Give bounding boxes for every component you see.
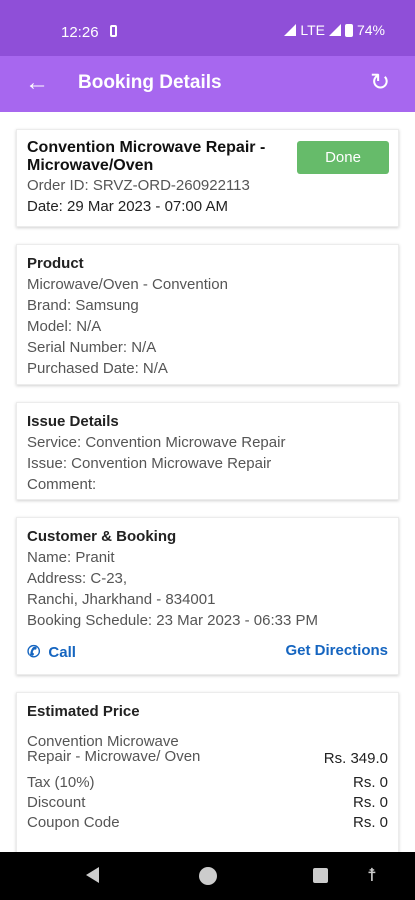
booking-schedule: Booking Schedule: 23 Mar 2023 - 06:33 PM bbox=[27, 612, 319, 629]
price-heading: Estimated Price bbox=[27, 703, 140, 720]
customer-address-line2: Ranchi, Jharkhand - 834001 bbox=[27, 591, 216, 608]
status-bar: 12:26 LTE 74% bbox=[0, 0, 415, 56]
cell-signal-icon bbox=[328, 24, 341, 36]
price-item-label: Discount bbox=[27, 794, 86, 811]
price-row: Tax (10%) Rs. 0 bbox=[27, 773, 388, 793]
battery-saver-icon bbox=[110, 25, 117, 37]
price-item-amount: Rs. 349.0 bbox=[323, 750, 388, 767]
phone-icon: ✆ bbox=[27, 644, 41, 661]
order-id: Order ID: SRVZ-ORD-260922113 bbox=[27, 177, 250, 194]
price-item-label: Coupon Code bbox=[27, 814, 120, 831]
status-time: 12:26 bbox=[61, 24, 99, 41]
product-heading: Product bbox=[27, 255, 84, 272]
get-directions-button[interactable]: Get Directions bbox=[285, 642, 388, 662]
product-model: Model: N/A bbox=[27, 318, 102, 335]
price-row: Convention Microwave Repair - Microwave/… bbox=[27, 734, 388, 769]
refresh-icon[interactable]: ↻ bbox=[365, 68, 395, 98]
customer-address-line1: Address: C-23, bbox=[27, 570, 128, 587]
customer-name: Name: Pranit bbox=[27, 549, 115, 566]
price-item-amount: Rs. 0 bbox=[352, 794, 388, 811]
nav-back-icon[interactable] bbox=[86, 867, 99, 883]
issue-heading: Issue Details bbox=[27, 413, 119, 430]
price-item-label: Convention Microwave Repair - Microwave/… bbox=[27, 733, 201, 765]
app-bar: ← Booking Details ↻ bbox=[0, 56, 415, 112]
customer-booking-card: Customer & Booking Name: Pranit Address:… bbox=[16, 517, 399, 675]
wifi-signal-icon bbox=[284, 24, 297, 36]
issue-details-card: Issue Details Service: Convention Microw… bbox=[16, 402, 399, 500]
customer-heading: Customer & Booking bbox=[27, 528, 177, 545]
booking-title: Convention Microwave Repair - Microwave/… bbox=[27, 139, 266, 174]
nav-recents-icon[interactable] bbox=[313, 868, 328, 883]
arrow-left-icon[interactable]: ← bbox=[22, 68, 52, 98]
nav-home-icon[interactable] bbox=[199, 867, 217, 885]
booking-summary-card: Convention Microwave Repair - Microwave/… bbox=[16, 129, 399, 227]
product-card: Product Microwave/Oven - Convention Bran… bbox=[16, 244, 399, 385]
call-label: Call bbox=[48, 643, 76, 661]
estimated-price-card: Estimated Price Convention Microwave Rep… bbox=[16, 692, 399, 862]
price-row: Discount Rs. 0 bbox=[27, 793, 388, 813]
issue-service: Service: Convention Microwave Repair bbox=[27, 434, 286, 451]
price-row: Coupon Code Rs. 0 bbox=[27, 813, 388, 833]
price-item-amount: Rs. 0 bbox=[352, 774, 388, 791]
product-serial: Serial Number: N/A bbox=[27, 339, 157, 356]
system-nav-bar: ☨ bbox=[0, 852, 415, 900]
price-item-label: Tax (10%) bbox=[27, 774, 95, 791]
accessibility-icon[interactable]: ☨ bbox=[367, 865, 377, 886]
battery-icon bbox=[344, 23, 353, 37]
product-name: Microwave/Oven - Convention bbox=[27, 276, 228, 293]
status-done-button[interactable]: Done bbox=[297, 141, 389, 174]
call-button[interactable]: ✆ Call bbox=[27, 642, 76, 662]
booking-date: Date: 29 Mar 2023 - 07:00 AM bbox=[27, 198, 228, 215]
page-title: Booking Details bbox=[78, 72, 222, 93]
product-purchased-date: Purchased Date: N/A bbox=[27, 360, 168, 377]
customer-actions: ✆ Call Get Directions bbox=[27, 642, 388, 662]
status-indicators: LTE 74% bbox=[284, 22, 385, 38]
issue-comment: Comment: bbox=[27, 476, 97, 493]
network-type: LTE bbox=[300, 22, 325, 38]
issue-text: Issue: Convention Microwave Repair bbox=[27, 455, 272, 472]
product-brand: Brand: Samsung bbox=[27, 297, 139, 314]
battery-level: 74% bbox=[356, 22, 385, 38]
price-item-amount: Rs. 0 bbox=[352, 814, 388, 831]
